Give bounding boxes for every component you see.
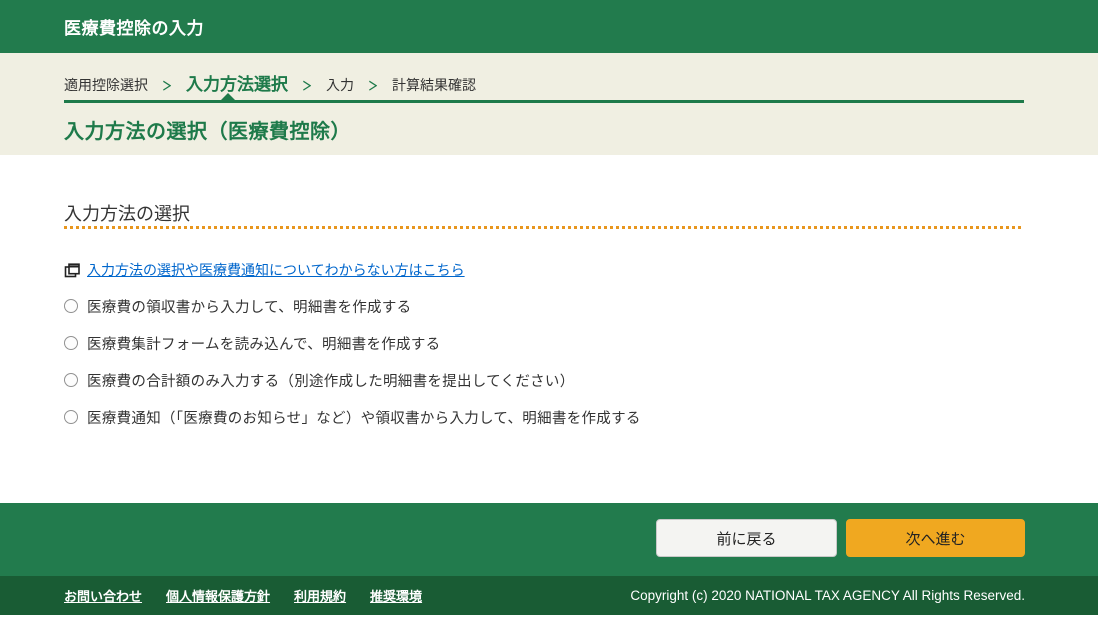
breadcrumb-band: 適用控除選択 ＞ 入力方法選択 ＞ 入力 ＞ 計算結果確認 入力方法の選択（医療… [0,53,1098,155]
app-header: 医療費控除の入力 [0,0,1098,53]
bottom-margin [0,615,1098,639]
page-title: 入力方法の選択（医療費控除） [64,115,351,144]
main-content: 入力方法の選択 入力方法の選択や医療費通知についてわからない方はこちら 医療費の… [0,155,1098,503]
option-label[interactable]: 医療費の領収書から入力して、明細書を作成する [87,296,411,317]
footer-link-terms[interactable]: 利用規約 [294,586,346,605]
option-label[interactable]: 医療費通知（「医療費のお知らせ」など）や領収書から入力して、明細書を作成する [87,407,641,428]
action-bar: 前に戻る 次へ進む [0,503,1098,576]
breadcrumb-step-result-confirm: 計算結果確認 [392,75,476,95]
option-total-amount-only[interactable]: 医療費の合計額のみ入力する（別途作成した明細書を提出してください） [64,370,641,390]
radio-button-icon[interactable] [64,336,78,350]
help-link[interactable]: 入力方法の選択や医療費通知についてわからない方はこちら [87,260,465,280]
footer-link-privacy-policy[interactable]: 個人情報保護方針 [166,586,270,605]
option-label[interactable]: 医療費の合計額のみ入力する（別途作成した明細書を提出してください） [87,370,575,391]
option-receipts-input[interactable]: 医療費の領収書から入力して、明細書を作成する [64,296,641,316]
breadcrumb-step-input: 入力 [326,75,354,95]
copyright-text: Copyright (c) 2020 NATIONAL TAX AGENCY A… [630,588,1025,603]
chevron-right-icon: ＞ [368,77,378,94]
app-title: 医療費控除の入力 [64,14,204,39]
option-label[interactable]: 医療費集計フォームを読み込んで、明細書を作成する [87,333,440,354]
breadcrumb-step-input-method-current: 入力方法選択 [186,70,288,95]
radio-button-icon[interactable] [64,299,78,313]
help-link-row: 入力方法の選択や医療費通知についてわからない方はこちら [64,261,465,279]
footer-links: お問い合わせ 個人情報保護方針 利用規約 推奨環境 [64,586,422,605]
chevron-right-icon: ＞ [162,77,172,94]
external-window-icon [64,263,80,278]
footer-link-recommended-env[interactable]: 推奨環境 [370,586,422,605]
breadcrumb-divider [64,100,1024,103]
section-divider [64,226,1024,229]
option-summary-form-import[interactable]: 医療費集計フォームを読み込んで、明細書を作成する [64,333,641,353]
footer: お問い合わせ 個人情報保護方針 利用規約 推奨環境 Copyright (c) … [0,576,1098,615]
next-button[interactable]: 次へ進む [846,519,1025,557]
chevron-right-icon: ＞ [302,77,312,94]
breadcrumb: 適用控除選択 ＞ 入力方法選択 ＞ 入力 ＞ 計算結果確認 [64,70,476,95]
radio-button-icon[interactable] [64,373,78,387]
back-button[interactable]: 前に戻る [656,519,837,557]
section-heading: 入力方法の選択 [64,200,190,226]
current-step-caret-icon [221,93,235,100]
footer-link-contact[interactable]: お問い合わせ [64,586,142,605]
radio-button-icon[interactable] [64,410,78,424]
option-medical-notice[interactable]: 医療費通知（「医療費のお知らせ」など）や領収書から入力して、明細書を作成する [64,407,641,427]
input-method-options: 医療費の領収書から入力して、明細書を作成する 医療費集計フォームを読み込んで、明… [64,296,641,444]
breadcrumb-step-applicable-deduction: 適用控除選択 [64,75,148,95]
